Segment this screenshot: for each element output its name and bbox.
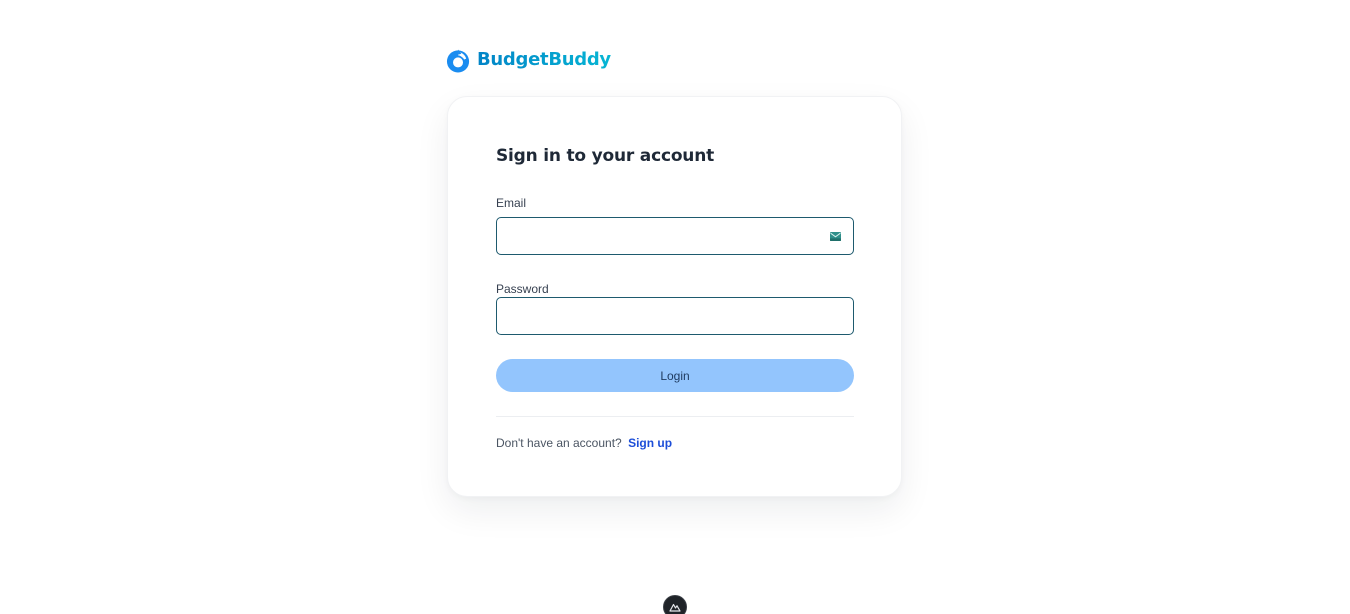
- nuxt-devtools-icon: [669, 603, 681, 612]
- mail-icon: [830, 232, 841, 241]
- brand-name: BudgetBuddy: [477, 47, 611, 73]
- signup-prompt-text: Don't have an account?: [496, 436, 622, 450]
- signup-link[interactable]: Sign up: [628, 436, 672, 450]
- droplet-logo-icon: [446, 48, 470, 73]
- password-field[interactable]: [497, 298, 853, 334]
- divider: [496, 416, 854, 417]
- page-title: Sign in to your account: [496, 146, 715, 166]
- devtools-toggle-button[interactable]: [663, 595, 687, 614]
- brand[interactable]: BudgetBuddy: [446, 47, 611, 73]
- login-page: BudgetBuddy Sign in to your account Emai…: [0, 0, 1350, 614]
- login-card: Sign in to your account Email Password L…: [447, 96, 902, 497]
- email-field[interactable]: [497, 218, 853, 254]
- login-button[interactable]: Login: [496, 359, 854, 392]
- password-label: Password: [496, 282, 549, 296]
- email-label: Email: [496, 196, 527, 210]
- signup-prompt-row: Don't have an account? Sign up: [496, 436, 672, 450]
- email-field-wrapper: [496, 217, 854, 255]
- password-field-wrapper: [496, 297, 854, 335]
